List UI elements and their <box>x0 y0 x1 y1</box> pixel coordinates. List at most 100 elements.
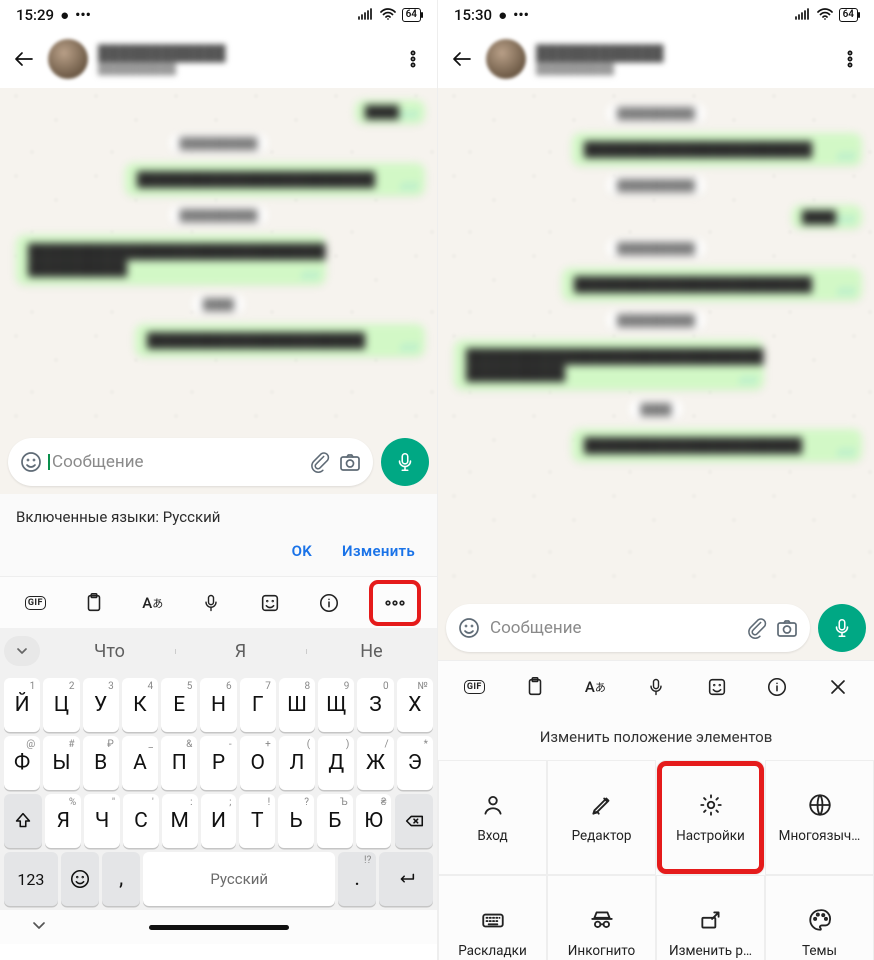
key-С[interactable]: С' <box>123 794 159 848</box>
option-themes[interactable]: Темы <box>765 875 874 960</box>
key-Б[interactable]: БЪ <box>317 794 353 848</box>
key-Е[interactable]: Е5 <box>161 678 197 732</box>
status-bar: 15:30 ● ••• 64 <box>438 0 874 30</box>
voice-icon[interactable] <box>192 584 230 622</box>
emoji-icon[interactable] <box>16 447 46 477</box>
camera-icon[interactable] <box>335 447 365 477</box>
key-Й[interactable]: Й1 <box>4 678 40 732</box>
key-Т[interactable]: Т! <box>239 794 275 848</box>
gif-icon[interactable]: GIF <box>16 584 54 622</box>
chat-header: ████████████ ██████████ <box>438 30 874 88</box>
option-editor[interactable]: Редактор <box>547 760 656 875</box>
chat-info[interactable]: ████████████ ██████████ <box>98 44 389 75</box>
backspace-key[interactable] <box>395 794 433 848</box>
suggestion-3[interactable]: Не <box>306 641 437 662</box>
avatar[interactable] <box>48 39 88 79</box>
key-Ф[interactable]: Ф@ <box>4 736 40 790</box>
key-Ш[interactable]: Ш8 <box>279 678 315 732</box>
space-key[interactable]: Русский <box>143 852 335 906</box>
key-А[interactable]: А_ <box>122 736 158 790</box>
toolbar-more-button[interactable] <box>369 580 421 626</box>
key-Р[interactable]: Р- <box>200 736 236 790</box>
attach-icon[interactable] <box>305 447 335 477</box>
key-М[interactable]: М: <box>162 794 198 848</box>
enter-key[interactable] <box>379 852 433 906</box>
sticker-icon[interactable] <box>698 668 736 706</box>
info-icon[interactable] <box>310 584 348 622</box>
key-Н[interactable]: Н6 <box>200 678 236 732</box>
keyboard-hide-icon[interactable] <box>30 916 48 938</box>
key-Ы[interactable]: Ы# <box>43 736 79 790</box>
emoji-icon[interactable] <box>454 613 484 643</box>
message-input[interactable]: Сообщение <box>446 604 810 652</box>
key-У[interactable]: У3 <box>83 678 119 732</box>
option-incognito[interactable]: Инкогнито <box>547 875 656 960</box>
status-bar: 15:29 ● ••• 64 <box>0 0 437 30</box>
clipboard-icon[interactable] <box>75 584 113 622</box>
key-В[interactable]: В₽ <box>83 736 119 790</box>
key-К[interactable]: К4 <box>122 678 158 732</box>
option-input[interactable]: Вход <box>438 760 547 875</box>
gif-icon[interactable]: GIF <box>455 668 493 706</box>
emoji-key[interactable] <box>61 852 99 906</box>
period-key[interactable]: .!? <box>338 852 376 906</box>
mic-button[interactable] <box>818 604 866 652</box>
key-О[interactable]: О+ <box>240 736 276 790</box>
option-settings[interactable]: Настройки <box>656 760 765 875</box>
options-grid: Вход Редактор Настройки Многоязыч… Раскл… <box>438 760 874 960</box>
chat-info[interactable]: ████████████ ██████████ <box>536 44 826 75</box>
message-input[interactable]: Сообщение <box>8 438 373 486</box>
ok-button[interactable]: OK <box>292 542 312 560</box>
comma-key[interactable]: , <box>102 852 140 906</box>
key-З[interactable]: З0 <box>357 678 393 732</box>
wifi-icon <box>817 6 833 24</box>
numeric-key[interactable]: 123 <box>4 852 58 906</box>
back-icon[interactable] <box>448 47 476 71</box>
avatar[interactable] <box>486 39 526 79</box>
mic-button[interactable] <box>381 438 429 486</box>
close-icon[interactable] <box>819 668 857 706</box>
back-icon[interactable] <box>10 47 38 71</box>
key-И[interactable]: И; <box>201 794 237 848</box>
clipboard-icon[interactable] <box>516 668 554 706</box>
translate-icon[interactable]: Aあ <box>576 668 614 706</box>
key-Ж[interactable]: Ж/ <box>357 736 393 790</box>
key-Г[interactable]: Г7 <box>240 678 276 732</box>
home-indicator[interactable] <box>149 925 289 930</box>
voice-icon[interactable] <box>637 668 675 706</box>
status-time: 15:29 <box>16 6 54 24</box>
option-layouts[interactable]: Раскладки <box>438 875 547 960</box>
info-icon[interactable] <box>758 668 796 706</box>
key-Я[interactable]: Я% <box>45 794 81 848</box>
language-notice-text: Включенные языки: Русский <box>16 508 421 526</box>
attach-icon[interactable] <box>742 613 772 643</box>
suggestion-2[interactable]: Я <box>175 641 306 662</box>
key-Д[interactable]: Д) <box>318 736 354 790</box>
key-Ч[interactable]: Ч" <box>84 794 120 848</box>
key-Л[interactable]: Л( <box>279 736 315 790</box>
key-Ц[interactable]: Ц2 <box>43 678 79 732</box>
key-Ю[interactable]: Ю₴ <box>356 794 392 848</box>
key-Х[interactable]: Х№ <box>397 678 433 732</box>
more-icon[interactable] <box>836 49 864 69</box>
chat-body[interactable]: ██████████ ███████████████████████✓✓ ███… <box>438 88 874 596</box>
chat-body[interactable]: ████✓✓ ██████████ ██████████████████████… <box>0 88 437 430</box>
key-Ь[interactable]: Ь? <box>278 794 314 848</box>
key-Э[interactable]: Э* <box>397 736 433 790</box>
option-resize[interactable]: Изменить р… <box>656 875 765 960</box>
message-placeholder: Сообщение <box>484 618 742 638</box>
camera-icon[interactable] <box>772 613 802 643</box>
suggestion-1[interactable]: Что <box>44 641 175 662</box>
more-icon[interactable] <box>399 49 427 69</box>
shift-key[interactable] <box>4 794 42 848</box>
suggestion-collapse-icon[interactable] <box>4 636 40 666</box>
translate-icon[interactable]: Aあ <box>134 584 172 622</box>
change-button[interactable]: Изменить <box>342 542 415 560</box>
key-П[interactable]: П& <box>161 736 197 790</box>
sticker-icon[interactable] <box>251 584 289 622</box>
signal-icon <box>795 6 811 24</box>
key-Щ[interactable]: Щ9 <box>318 678 354 732</box>
message-input-row: Сообщение <box>0 430 437 494</box>
message-input-row: Сообщение <box>438 596 874 660</box>
option-multilang[interactable]: Многоязыч… <box>765 760 874 875</box>
